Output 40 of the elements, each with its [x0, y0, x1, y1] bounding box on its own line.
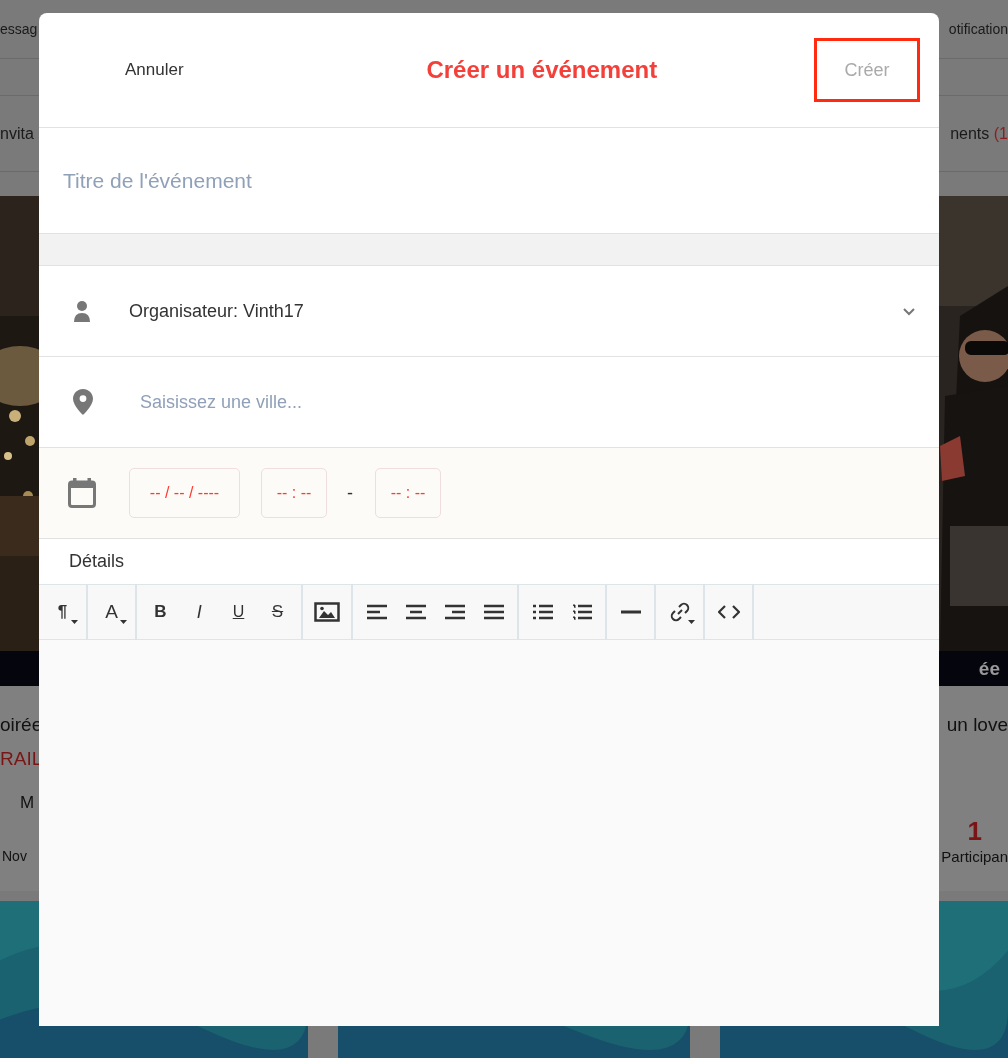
image-icon [314, 602, 340, 622]
date-text: M [20, 793, 35, 813]
bold-button[interactable]: B [141, 592, 180, 632]
card-title: ée [978, 657, 1000, 680]
end-time-field[interactable]: -- : -- [375, 468, 441, 518]
align-right-icon [444, 604, 465, 620]
organizer-select[interactable]: Organisateur: Vinth17 [91, 300, 939, 322]
card-title: un love [946, 714, 1008, 736]
tab-label[interactable]: nents (1 [950, 124, 1008, 143]
date-field[interactable]: -- / -- / ---- [129, 468, 240, 518]
paragraph-style-button[interactable]: ¶ [43, 592, 82, 632]
code-icon [717, 605, 740, 619]
card-title: oirée [0, 714, 43, 736]
dialog-title: Créer un événement [426, 56, 658, 84]
card-tag: RAIL [0, 748, 43, 770]
align-center-icon [405, 604, 426, 620]
time-separator: - [347, 482, 353, 504]
start-time-field[interactable]: -- : -- [261, 468, 327, 518]
tab-label[interactable]: essag [0, 21, 38, 37]
cancel-button[interactable]: Annuler [119, 56, 190, 84]
details-label: Détails [69, 551, 125, 572]
calendar-icon [68, 478, 96, 508]
participant-label: Participan [941, 848, 1008, 865]
strikethrough-button[interactable]: S [258, 592, 297, 632]
tab-label[interactable]: otification [948, 21, 1008, 37]
participant-count: 1 [967, 816, 982, 847]
bullet-list-icon [532, 604, 553, 620]
date-text: Nov [2, 848, 27, 864]
chevron-down-icon [902, 306, 916, 316]
link-icon [669, 602, 690, 622]
align-left-icon [366, 604, 387, 620]
tab-label[interactable]: nvita [0, 124, 34, 143]
italic-button[interactable]: I [180, 592, 219, 632]
font-button[interactable]: A [92, 592, 131, 632]
horizontal-rule-icon [620, 610, 641, 614]
numbered-list-icon [571, 604, 592, 620]
justify-icon [483, 604, 504, 620]
person-icon [73, 300, 91, 322]
underline-button[interactable]: U [219, 592, 258, 632]
location-pin-icon [73, 389, 93, 415]
